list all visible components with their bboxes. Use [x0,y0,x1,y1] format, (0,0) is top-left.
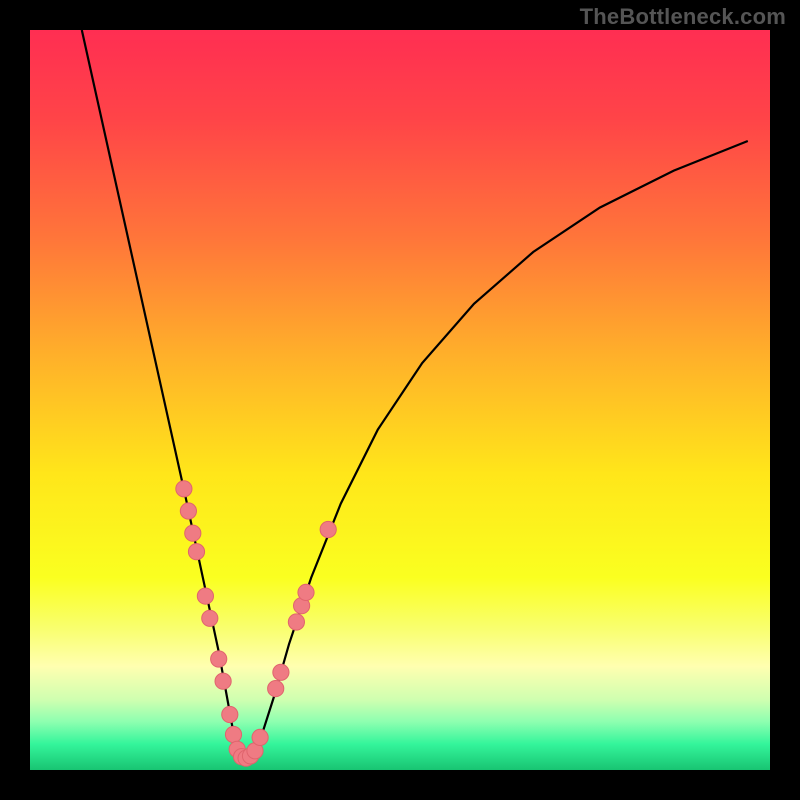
chart-svg [30,30,770,770]
data-marker [320,521,336,537]
data-marker [225,726,241,742]
data-marker [180,503,196,519]
chart-frame: TheBottleneck.com [0,0,800,800]
data-marker [288,614,304,630]
data-marker [202,610,218,626]
watermark-text: TheBottleneck.com [580,4,786,30]
data-marker [298,584,314,600]
plot-area [30,30,770,770]
data-marker [188,544,204,560]
data-marker [215,673,231,689]
data-marker [222,706,238,722]
data-marker [268,681,284,697]
data-marker [197,588,213,604]
bottleneck-curve [82,30,748,755]
data-marker [252,729,268,745]
data-marker [176,481,192,497]
data-markers [176,481,337,767]
data-marker [211,651,227,667]
data-marker [185,525,201,541]
data-marker [273,664,289,680]
